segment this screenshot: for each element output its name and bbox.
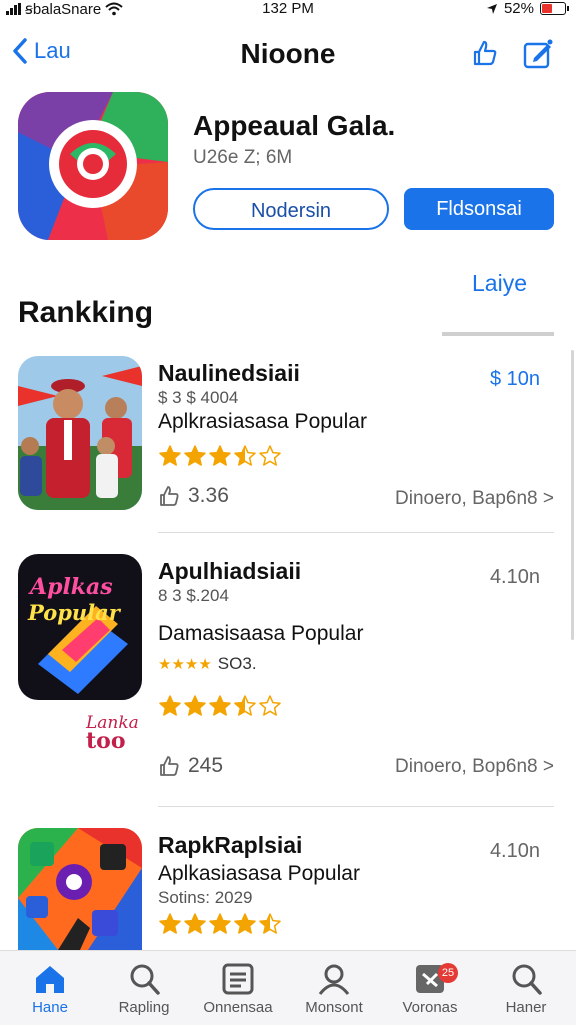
section-underline bbox=[442, 332, 554, 336]
star-rating bbox=[158, 694, 282, 718]
extra-label: SO3. bbox=[217, 654, 257, 673]
star-icon bbox=[259, 695, 281, 716]
star-icon bbox=[234, 913, 256, 934]
battery-icon bbox=[540, 2, 569, 15]
divider bbox=[158, 806, 554, 807]
location-icon bbox=[486, 3, 497, 14]
sparkle-icon: ★★★★ bbox=[158, 656, 212, 673]
thumb-text-2: Popular bbox=[27, 600, 122, 625]
item-description: Aplkrasiasasa Popular bbox=[158, 410, 367, 433]
star-icon bbox=[209, 913, 231, 934]
app-header: Appeaual Gala. U26e Z; 6M Nodersin Fldso… bbox=[18, 92, 558, 242]
list-icon bbox=[190, 959, 286, 999]
item-meta[interactable]: Dinoero, Bap6n8 > bbox=[395, 488, 554, 510]
section-title: Rankking bbox=[18, 296, 154, 329]
item-title: Naulinedsiaii bbox=[158, 360, 300, 386]
star-icon bbox=[184, 695, 206, 716]
star-icon bbox=[159, 695, 181, 716]
see-all-link[interactable]: Laiye bbox=[472, 270, 527, 297]
battery-percent: 52% bbox=[503, 0, 534, 17]
tab-label: Hane bbox=[32, 999, 68, 1016]
tab-label: Onnensaa bbox=[203, 999, 273, 1016]
star-icon bbox=[209, 695, 231, 716]
nav-actions bbox=[470, 38, 554, 70]
star-icon bbox=[259, 445, 281, 466]
star-icon bbox=[184, 913, 206, 934]
divider bbox=[158, 532, 554, 533]
thumbs-up-icon bbox=[160, 756, 179, 776]
tab-voronas[interactable]: 25 Voronas bbox=[382, 959, 478, 1016]
search-icon bbox=[96, 959, 192, 999]
tab-haner[interactable]: Haner bbox=[478, 959, 574, 1016]
star-icon bbox=[234, 695, 256, 716]
tab-bar: Hane Rapling Onnensaa Monsont 25 Voronas… bbox=[0, 950, 576, 1025]
status-right: 52% bbox=[486, 0, 569, 17]
person-icon bbox=[286, 959, 382, 999]
tab-label: Rapling bbox=[118, 999, 170, 1016]
tab-monsont[interactable]: Monsont bbox=[286, 959, 382, 1016]
download-count: 245 bbox=[188, 754, 224, 777]
side-logo-line-2: too bbox=[86, 728, 126, 754]
tab-onnensaa[interactable]: Onnensaa bbox=[190, 959, 286, 1016]
nav-bar: Lau Nioone bbox=[0, 28, 576, 82]
item-price[interactable]: 4.10n bbox=[490, 566, 540, 589]
tab-label: Haner bbox=[505, 999, 547, 1016]
secondary-action-button[interactable]: Nodersin bbox=[193, 188, 389, 230]
star-rating bbox=[158, 912, 282, 936]
item-description: Aplkasiasasa Popular bbox=[158, 862, 360, 885]
star-icon bbox=[159, 445, 181, 466]
updates-icon bbox=[382, 959, 478, 999]
star-icon bbox=[259, 913, 281, 934]
tab-label: Voronas bbox=[402, 999, 458, 1016]
star-icon bbox=[159, 913, 181, 934]
star-icon bbox=[184, 445, 206, 466]
app-icon[interactable] bbox=[18, 92, 168, 240]
primary-action-button[interactable]: Fldsonsai bbox=[404, 188, 554, 230]
side-logo: Lanka too bbox=[86, 714, 139, 754]
search-icon bbox=[478, 959, 574, 999]
item-subtitle: 8 3 $.204 bbox=[158, 586, 229, 605]
item-title: RapkRaplsiai bbox=[158, 832, 303, 858]
battery-fill bbox=[542, 4, 553, 13]
status-bar: ꞩbalaSnare 132 PM 52% bbox=[0, 0, 576, 20]
app-thumbnail bbox=[18, 356, 142, 510]
app-name: Appeaual Gala. bbox=[193, 110, 396, 141]
thumbs-up-button[interactable] bbox=[470, 38, 500, 68]
item-extra: ★★★★ SO3. bbox=[158, 654, 257, 674]
compose-button[interactable] bbox=[522, 38, 554, 70]
home-icon bbox=[2, 959, 98, 999]
item-title: Apulhiadsiaii bbox=[158, 558, 302, 584]
list-item[interactable]: Naulinedsiaii $ 3 $ 4004 Aplkrasiasasa P… bbox=[18, 356, 558, 516]
downloads: 3.36 bbox=[158, 484, 229, 508]
item-subtitle: Sotins: 2029 bbox=[158, 888, 253, 907]
item-subtitle: $ 3 $ 4004 bbox=[158, 388, 239, 407]
item-description: Damasisaasa Popular bbox=[158, 622, 364, 645]
item-price[interactable]: $ 10n bbox=[490, 368, 540, 391]
list-item[interactable]: Aplkas Popular Lanka too Apulhiadsiaii 8… bbox=[18, 554, 558, 777]
downloads: 245 bbox=[158, 754, 223, 778]
star-icon bbox=[234, 445, 256, 466]
star-icon bbox=[209, 445, 231, 466]
app-size: U26e Z; 6M bbox=[193, 147, 293, 168]
scrollbar[interactable] bbox=[571, 350, 574, 640]
tab-home[interactable]: Hane bbox=[2, 959, 98, 1016]
item-meta[interactable]: Dinoero, Bop6n8 > bbox=[395, 756, 554, 778]
download-count: 3.36 bbox=[188, 484, 229, 507]
star-rating bbox=[158, 444, 282, 468]
thumbs-up-icon bbox=[160, 486, 179, 506]
notification-badge: 25 bbox=[438, 963, 458, 983]
thumb-text-1: Aplkas bbox=[28, 574, 113, 600]
app-thumbnail: Aplkas Popular bbox=[18, 554, 142, 700]
item-price[interactable]: 4.10n bbox=[490, 840, 540, 863]
app-thumbnail bbox=[18, 828, 142, 950]
tab-rapling[interactable]: Rapling bbox=[96, 959, 192, 1016]
tab-label: Monsont bbox=[305, 999, 363, 1016]
list-item[interactable]: RapkRaplsiai Aplkasiasasa Popular Sotins… bbox=[18, 828, 558, 950]
